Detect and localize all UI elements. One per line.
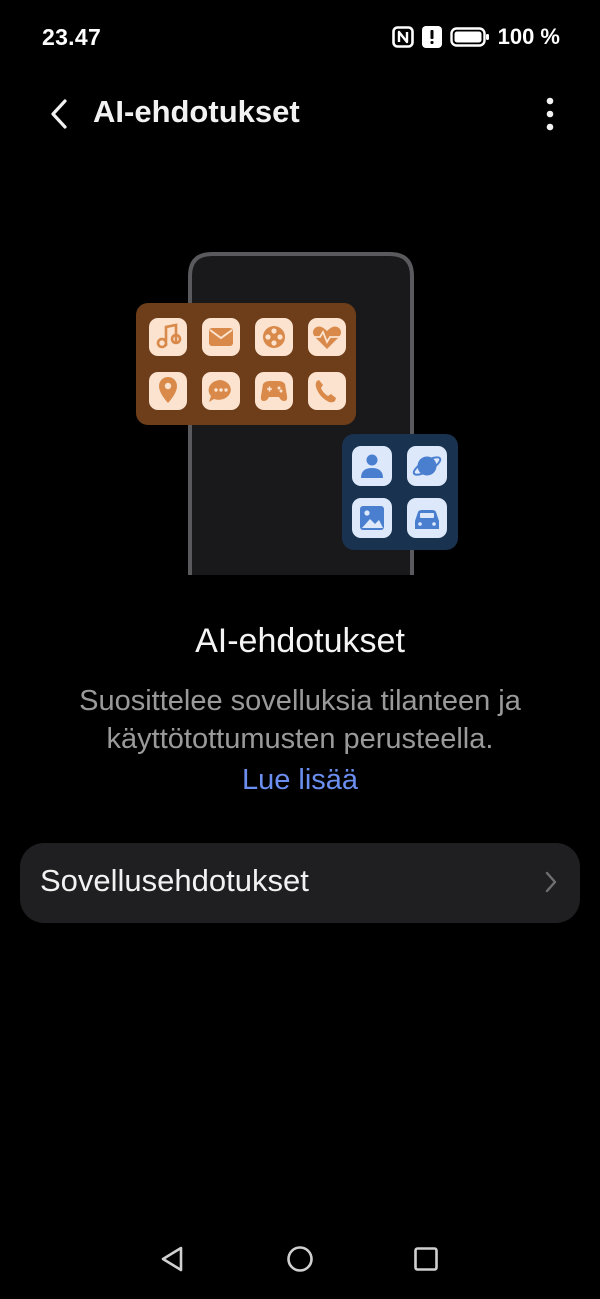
system-nav-bar [0,1229,600,1299]
nav-home-icon [287,1246,313,1272]
app-bar: AI-ehdotukset [0,80,600,146]
page-title: AI-ehdotukset [93,94,300,129]
car-icon [407,498,447,538]
location-pin-icon [149,372,187,410]
battery-icon [449,26,490,48]
alert-icon [421,26,442,48]
feature-description: Suosittelee sovelluksia tilanteen ja käy… [79,685,521,755]
image-icon [352,498,392,538]
more-options-button[interactable] [530,92,570,136]
film-reel-icon [255,318,293,356]
learn-more-link[interactable]: Lue lisää [0,764,600,797]
planet-icon [407,446,447,486]
nav-recents-icon [414,1247,438,1271]
nav-back-button[interactable] [152,1239,192,1279]
battery-percent: 100 % [497,24,560,49]
status-time: 23.47 [42,24,102,50]
heart-rate-icon [308,318,346,356]
gamepad-icon [255,372,293,410]
music-icon [149,318,187,356]
feature-title: AI-ehdotukset [195,622,405,660]
chevron-right-icon [545,871,557,893]
app-suggestions-item[interactable]: Sovellusehdotukset [20,843,580,923]
back-button[interactable] [38,92,82,136]
ai-suggestions-illustration [130,248,470,578]
chevron-left-icon [51,99,67,129]
nav-recents-button[interactable] [406,1239,446,1279]
chat-icon [202,372,240,410]
app-suggestions-label: Sovellusehdotukset [40,863,309,898]
status-bar: 23.47 100 % [0,0,600,80]
status-icons: 100 % [391,24,560,50]
person-icon [352,446,392,486]
phone-icon [308,372,346,410]
nav-home-button[interactable] [280,1239,320,1279]
nfc-icon [391,26,414,48]
more-vertical-icon [546,97,554,131]
nav-back-icon [161,1246,183,1272]
mail-icon [202,318,240,356]
